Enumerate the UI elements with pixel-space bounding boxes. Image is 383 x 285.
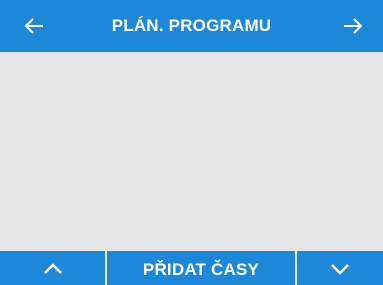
chevron-up-icon (43, 261, 63, 275)
schedule-list-area (0, 52, 383, 251)
page-title: PLÁN. PROGRAMU (111, 16, 272, 35)
scroll-up-button[interactable] (0, 251, 105, 285)
program-schedule-screen: PLÁN. PROGRAMU PŘIDAT ČASY (0, 0, 383, 285)
header-bar: PLÁN. PROGRAMU (0, 0, 383, 52)
arrow-left-icon (24, 17, 44, 35)
add-times-button[interactable]: PŘIDAT ČASY (105, 251, 297, 285)
chevron-down-icon (330, 261, 350, 275)
arrow-right-icon (343, 17, 363, 35)
scroll-down-button[interactable] (297, 251, 383, 285)
back-button[interactable] (20, 12, 48, 40)
forward-button[interactable] (339, 12, 367, 40)
footer-bar: PŘIDAT ČASY (0, 251, 383, 285)
